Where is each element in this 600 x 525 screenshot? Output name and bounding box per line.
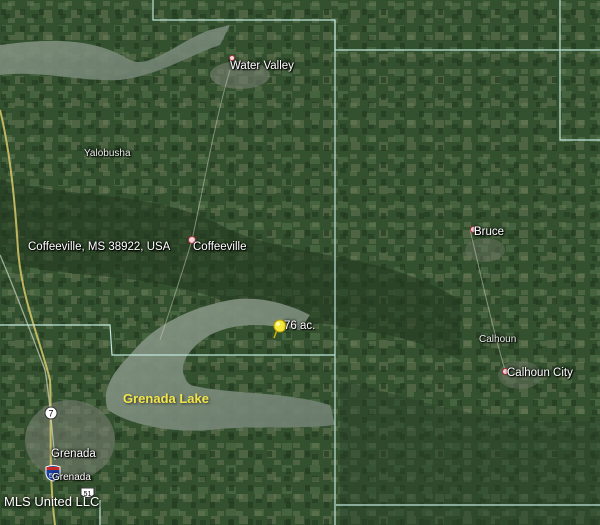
county-yalobusha: Yalobusha	[84, 148, 131, 159]
place-calhoun-city: Calhoun City	[507, 367, 573, 379]
place-coffeeville: Coffeeville	[193, 241, 247, 253]
terrain-layer	[0, 0, 600, 525]
parcel-label: 76 ac.	[284, 320, 316, 332]
water-valley-marker	[229, 55, 235, 61]
place-coffeeville-address: Coffeeville, MS 38922, USA	[28, 241, 171, 253]
route-7-number: 7	[48, 409, 53, 419]
satellite-map[interactable]: Water Valley Yalobusha Coffeeville, MS 3…	[0, 0, 600, 525]
place-grenada: Grenada	[51, 448, 96, 460]
place-bruce: Bruce	[474, 226, 505, 238]
place-grenada-small: Grenada	[52, 472, 91, 483]
lake-label: Grenada Lake	[123, 391, 209, 406]
route-7-shield-icon: 7	[44, 406, 58, 420]
county-calhoun: Calhoun	[479, 334, 517, 345]
credit-text: MLS United LLC	[4, 494, 100, 509]
place-water-valley: Water Valley	[230, 60, 294, 72]
